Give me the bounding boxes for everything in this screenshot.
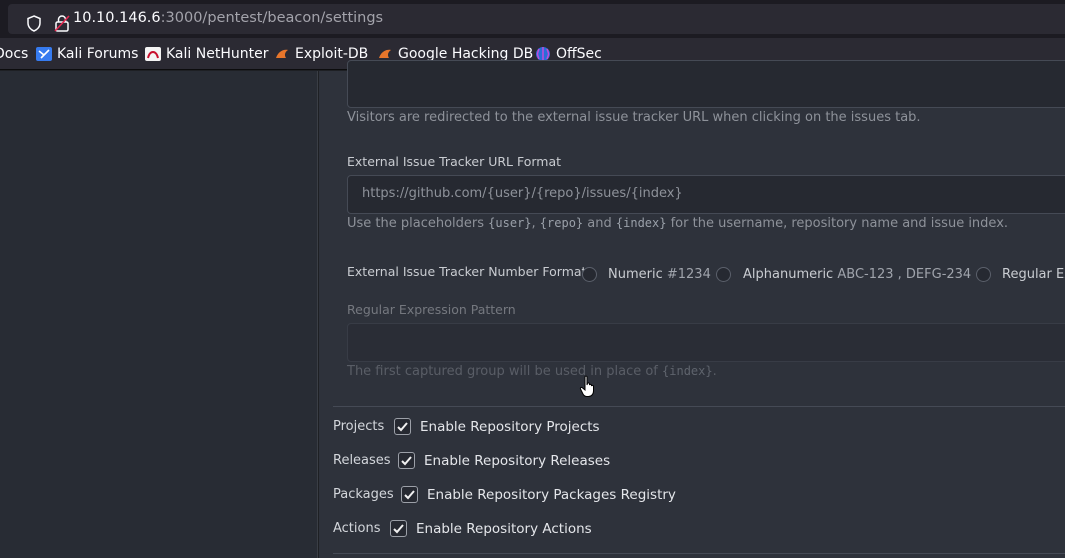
redirect-help-text: Visitors are redirected to the external … [347, 110, 921, 125]
projects-checkbox-label[interactable]: Enable Repository Projects [420, 419, 600, 435]
releases-checkbox-label[interactable]: Enable Repository Releases [424, 453, 610, 469]
packages-checkbox[interactable] [401, 486, 418, 503]
bookmark-kali-forums[interactable]: Kali Forums [36, 46, 138, 62]
packages-label: Packages [333, 487, 394, 502]
actions-checkbox[interactable] [390, 520, 407, 537]
regex-help-text: The first captured group will be used in… [347, 364, 717, 379]
actions-checkbox-label[interactable]: Enable Repository Actions [416, 521, 592, 537]
radio-regexp-label: Regular Ex [1002, 267, 1065, 282]
packages-checkbox-label[interactable]: Enable Repository Packages Registry [427, 487, 676, 503]
releases-checkbox[interactable] [398, 452, 415, 469]
radio-alphanumeric-label: Alphanumeric ABC-123 , DEFG-234 [743, 267, 972, 282]
url-text[interactable]: 10.10.146.6:3000/pentest/beacon/settings [73, 10, 383, 26]
bookmark-kali-nethunter[interactable]: Kali NetHunter [145, 46, 268, 62]
browser-toolbar: 10.10.146.6:3000/pentest/beacon/settings [0, 0, 1065, 38]
exploitdb-icon [276, 49, 288, 58]
check-icon [404, 490, 415, 500]
check-icon [401, 456, 412, 466]
bottom-divider [333, 553, 1065, 554]
insecure-lock-icon[interactable] [54, 14, 70, 32]
shield-icon[interactable] [26, 15, 42, 32]
external-tracker-url-input[interactable] [347, 60, 1065, 108]
regex-pattern-label: Regular Expression Pattern [347, 302, 516, 317]
radio-regexp[interactable] [976, 267, 991, 282]
actions-label: Actions [333, 521, 381, 536]
releases-label: Releases [333, 453, 391, 468]
number-format-label: External Issue Tracker Number Format [347, 264, 587, 279]
radio-alphanumeric[interactable] [716, 267, 731, 282]
settings-sidebar [0, 71, 318, 558]
hand-cursor-icon [579, 375, 594, 397]
projects-checkbox[interactable] [394, 418, 411, 435]
url-format-placeholder: https://github.com/{user}/{repo}/issues/… [362, 186, 683, 201]
kali-icon [36, 47, 52, 61]
nethunter-icon [145, 47, 161, 61]
placeholders-help-text: Use the placeholders {user}, {repo} and … [347, 216, 1009, 231]
radio-numeric[interactable] [582, 267, 597, 282]
url-format-label: External Issue Tracker URL Format [347, 154, 562, 169]
check-icon [397, 422, 408, 432]
bookmark-docs[interactable]: Docs [0, 46, 28, 62]
check-icon [393, 524, 404, 534]
radio-numeric-label: Numeric #1234 [608, 267, 711, 282]
section-divider [333, 406, 1065, 407]
projects-label: Projects [333, 419, 385, 434]
regex-pattern-input[interactable] [347, 323, 1065, 362]
